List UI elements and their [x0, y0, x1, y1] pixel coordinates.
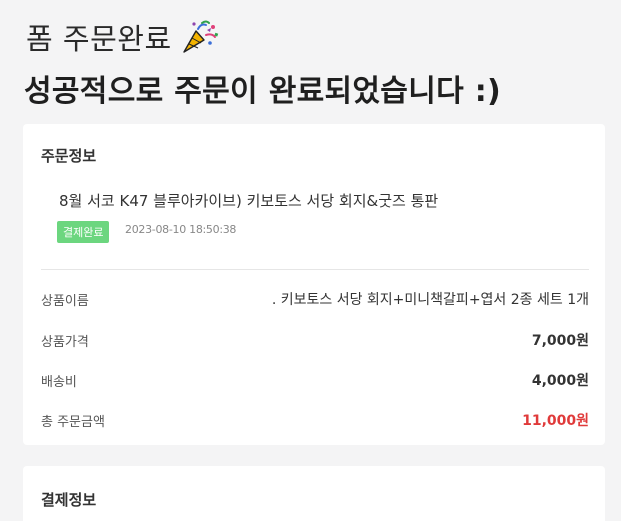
row-value: 4,000원 — [531, 373, 589, 389]
row-value: . 키보토스 서당 회지+미니책갈피+엽서 2종 세트 1개 — [271, 292, 589, 308]
row-product-name: 상품이름 . 키보토스 서당 회지+미니책갈피+엽서 2종 세트 1개 — [41, 288, 589, 310]
row-value: 7,000원 — [531, 333, 589, 349]
party-popper-icon — [182, 20, 218, 53]
order-date: 2023-08-10 18:50:38 — [125, 223, 237, 236]
title-row: 폼 주문완료 — [26, 16, 220, 58]
row-label: 총 주문금액 — [41, 414, 105, 430]
total-amount: 11,000원 — [522, 413, 589, 429]
row-shipping-fee: 배송비 4,000원 — [41, 369, 589, 391]
product-name: 8월 서코 K47 블루아카이브) 키보토스 서당 회지&굿즈 통판 — [59, 192, 439, 210]
row-label: 상품이름 — [41, 293, 89, 309]
payment-info-title: 결제정보 — [41, 491, 97, 509]
divider — [41, 269, 589, 270]
row-label: 상품가격 — [41, 334, 89, 350]
success-headline: 성공적으로 주문이 완료되었습니다 :) — [24, 74, 502, 109]
payment-info-card: 결제정보 — [23, 466, 605, 521]
row-total-amount: 총 주문금액 11,000원 — [41, 409, 589, 431]
order-info-title: 주문정보 — [41, 147, 97, 165]
order-info-card: 주문정보 8월 서코 K47 블루아카이브) 키보토스 서당 회지&굿즈 통판 … — [23, 124, 605, 445]
row-label: 배송비 — [41, 374, 77, 390]
status-badge: 결제완료 — [57, 221, 110, 243]
order-complete-page: 폼 주문완료 성공적으로 주문이 완료되었습니다 :) 주문정보 8월 서코 K… — [0, 0, 621, 521]
row-product-price: 상품가격 7,000원 — [41, 329, 589, 351]
page-title: 폼 주문완료 — [26, 22, 172, 56]
